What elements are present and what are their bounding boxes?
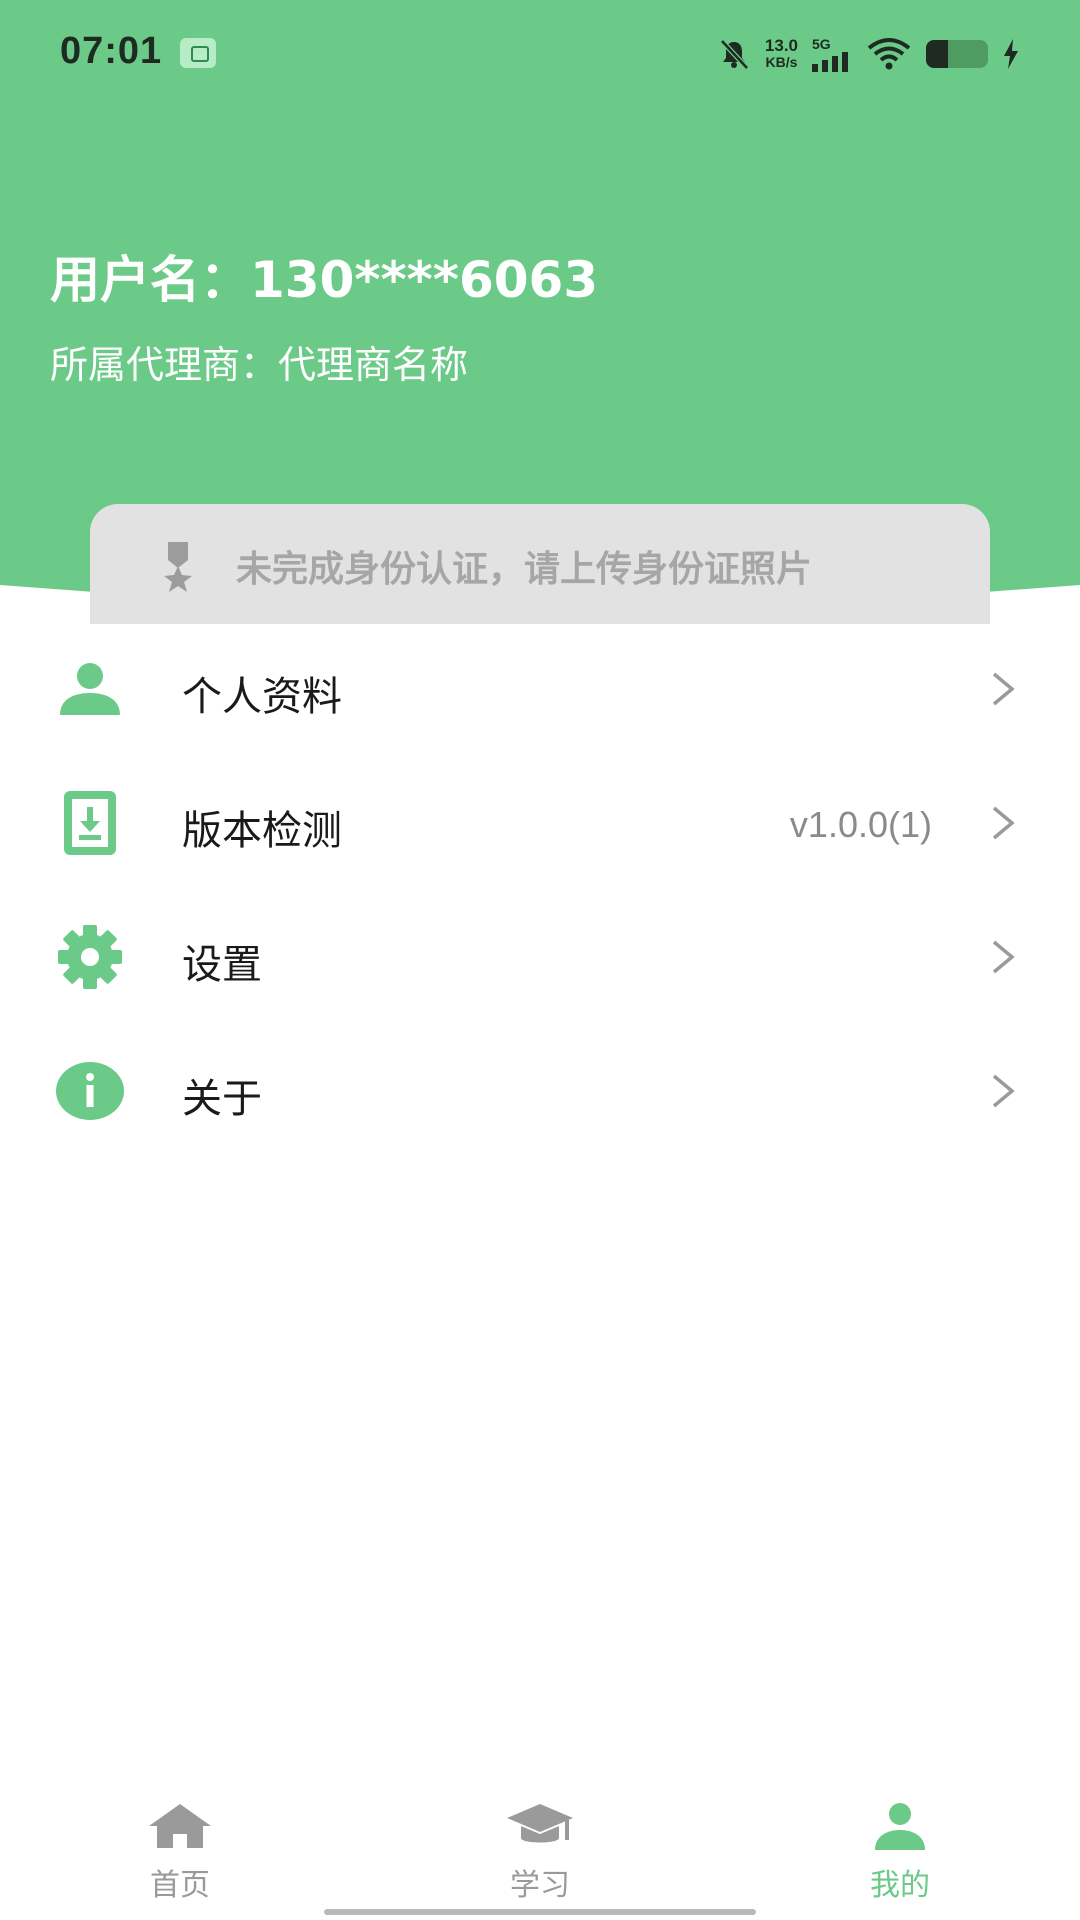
network-speed-unit: KB/s (765, 54, 798, 70)
download-icon (64, 791, 116, 855)
chevron-right-icon (992, 1074, 1015, 1108)
home-indicator-bar[interactable] (324, 1909, 756, 1915)
menu-item-label: 关于 (182, 1076, 262, 1122)
network-speed: 13.0 KB/s (764, 36, 798, 70)
verification-text: 未完成身份认证，请上传身份证照片 (236, 549, 813, 590)
bottom-navigation: 首页 学习 我的 (0, 1780, 1080, 1920)
gear-icon (58, 925, 122, 989)
identity-verification-banner[interactable]: 未完成身份认证，请上传身份证照片 (90, 504, 990, 624)
signal-bars-icon (812, 52, 848, 72)
mute-bell-icon (720, 39, 749, 70)
status-indicators: 13.0 KB/s 5G (717, 32, 1020, 76)
menu-item-version-check[interactable]: 版本检测 v1.0.0(1) (0, 756, 1080, 890)
status-bar: 07:01 13.0 KB/s 5G (0, 0, 1080, 110)
network-speed-value: 13.0 (764, 36, 798, 55)
nav-tab-label: 我的 (870, 1868, 930, 1903)
menu-item-label: 设置 (182, 942, 262, 988)
signal-type-label: 5G (812, 36, 831, 52)
wifi-icon (867, 38, 911, 70)
home-icon (149, 1804, 211, 1848)
menu-item-settings[interactable]: 设置 (0, 890, 1080, 1024)
menu-item-profile[interactable]: 个人资料 (0, 622, 1080, 756)
nav-tab-study[interactable]: 学习 (440, 1800, 640, 1910)
nav-tab-label: 首页 (150, 1868, 210, 1903)
nav-tab-label: 学习 (510, 1868, 570, 1903)
person-icon (60, 663, 120, 715)
chevron-right-icon (992, 940, 1015, 974)
cellular-signal: 5G (812, 36, 852, 72)
chevron-right-icon (992, 672, 1015, 706)
nav-tab-mine[interactable]: 我的 (800, 1800, 1000, 1910)
status-time: 07:01 (60, 30, 163, 72)
version-value: v1.0.0(1) (789, 804, 932, 845)
notification-app-icon (180, 38, 216, 68)
graduation-cap-icon (507, 1804, 573, 1843)
menu-item-label: 个人资料 (182, 674, 342, 720)
chevron-right-icon (992, 806, 1015, 840)
menu-item-about[interactable]: 关于 (0, 1024, 1080, 1158)
settings-menu: 个人资料 版本检测 v1.0.0(1) 设置 关于 (0, 622, 1080, 1158)
battery-icon (926, 40, 988, 68)
person-icon (875, 1803, 925, 1850)
username-text: 用户名：130****6063 (50, 251, 599, 309)
nav-tab-home[interactable]: 首页 (80, 1800, 280, 1910)
info-icon (56, 1062, 124, 1120)
profile-page: 07:01 13.0 KB/s 5G 用户名：130****6063 所属代理商… (0, 0, 1080, 1920)
charging-bolt-icon (1004, 39, 1018, 69)
agent-text: 所属代理商：代理商名称 (50, 343, 469, 387)
menu-item-label: 版本检测 (182, 808, 342, 854)
medal-icon (164, 542, 192, 592)
